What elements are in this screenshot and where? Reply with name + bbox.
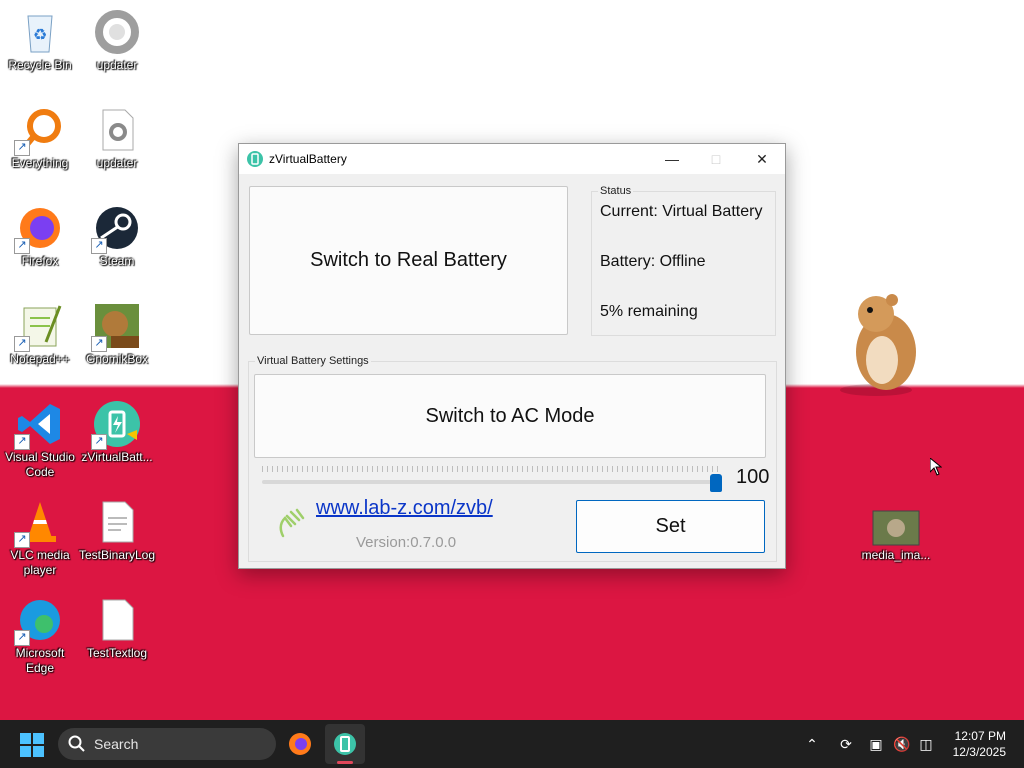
desktop-icon-label: Notepad++ xyxy=(10,352,70,366)
lab-z-website-link[interactable]: www.lab-z.com/zvb/ xyxy=(316,497,493,520)
version-label: Version:0.7.0.0 xyxy=(356,534,457,551)
waving-hand-icon xyxy=(277,506,307,545)
shortcut-arrow-icon: ↗ xyxy=(14,434,30,450)
shortcut-arrow-icon: ↗ xyxy=(14,140,30,156)
desktop-icon-label: Recycle Bin xyxy=(8,58,72,72)
desktop-icon-label: TestBinaryLog xyxy=(78,548,156,562)
everything-icon: ↗ xyxy=(14,106,64,156)
window-title: zVirtualBattery xyxy=(269,152,347,166)
set-label: Set xyxy=(655,515,686,537)
network-icon[interactable]: ▣ xyxy=(866,734,886,754)
gnomikbox-icon: ↗ xyxy=(91,302,141,352)
desktop-icon-notepad-plus-plus[interactable]: ↗ Notepad++ xyxy=(0,296,80,367)
svg-text:♻: ♻ xyxy=(33,27,47,44)
zvirtualbattery-taskbar-icon xyxy=(333,732,357,761)
clock-date: 12/3/2025 xyxy=(952,745,1006,759)
status-legend: Status xyxy=(598,185,634,197)
text-file-icon xyxy=(93,596,141,644)
slider-thumb[interactable] xyxy=(710,474,722,492)
recycle-bin-icon: ♻ xyxy=(16,8,64,56)
desktop-icon-label: updater xyxy=(96,156,138,170)
slider-ticks xyxy=(262,466,722,472)
desktop-icon-label: TestTextlog xyxy=(86,646,148,660)
taskbar-zvirtualbattery-button[interactable] xyxy=(325,724,365,764)
desktop-icon-testtextlog[interactable]: TestTextlog xyxy=(77,590,157,661)
desktop-icon-gnomikbox[interactable]: ↗ GnomikBox xyxy=(77,296,157,367)
slider-value: 100 xyxy=(736,466,770,488)
zvirtualbattery-app-icon xyxy=(247,151,263,172)
shortcut-arrow-icon: ↗ xyxy=(14,336,30,352)
shortcut-arrow-icon: ↗ xyxy=(14,532,30,548)
updater-icon xyxy=(93,8,141,56)
hamster-mascot-image xyxy=(836,292,928,398)
desktop-icon-zvirtualbattery[interactable]: ↗ zVirtualBatt... xyxy=(77,394,157,465)
steam-icon: ↗ xyxy=(91,204,141,254)
switch-battery-label: Switch to Real Battery xyxy=(310,249,507,271)
desktop-icon-firefox[interactable]: ↗ Firefox xyxy=(0,198,80,269)
search-placeholder: Search xyxy=(94,736,139,752)
minimize-button[interactable]: — xyxy=(649,144,695,174)
settings-file-icon xyxy=(93,106,141,154)
close-button[interactable]: ✕ xyxy=(739,144,785,174)
status-current: Current: Virtual Battery xyxy=(600,203,763,220)
set-button[interactable]: Set xyxy=(576,500,765,553)
desktop-icon-testbinarylog[interactable]: TestBinaryLog xyxy=(77,492,157,563)
desktop-icon-label: Everything xyxy=(11,156,69,170)
desktop-icon-steam[interactable]: ↗ Steam xyxy=(77,198,157,269)
desktop-icon-label: Firefox xyxy=(21,254,59,268)
ac-mode-label: Switch to AC Mode xyxy=(425,404,595,427)
desktop-icon-updater-2[interactable]: updater xyxy=(77,100,157,171)
desktop-icon-label: Visual Studio Code xyxy=(5,450,75,479)
desktop-icon-label: VLC media player xyxy=(10,548,70,577)
desktop-icon-media-image[interactable]: media_ima... xyxy=(856,504,936,563)
desktop-icon-everything[interactable]: ↗ Everything xyxy=(0,100,80,171)
edge-icon: ↗ xyxy=(14,596,64,646)
vlc-cone-icon: ↗ xyxy=(14,498,64,548)
desktop-icon-label: Microsoft Edge xyxy=(15,646,65,675)
settings-legend: Virtual Battery Settings xyxy=(255,355,371,367)
taskbar-clock[interactable]: 12:07 PM 12/3/2025 xyxy=(953,728,1006,760)
desktop-icon-vscode[interactable]: ↗ Visual Studio Code xyxy=(0,394,80,480)
zvirtualbattery-icon: ↗ xyxy=(91,400,141,450)
clock-time: 12:07 PM xyxy=(954,729,1006,743)
desktop-icon-label: media_ima... xyxy=(861,548,931,562)
maximize-button[interactable]: □ xyxy=(693,144,739,174)
vscode-icon: ↗ xyxy=(14,400,64,450)
sync-icon[interactable]: ⟳ xyxy=(836,734,856,754)
firefox-icon: ↗ xyxy=(14,204,64,254)
shortcut-arrow-icon: ↗ xyxy=(91,238,107,254)
taskbar-search-box[interactable]: Search xyxy=(58,728,276,760)
start-button[interactable] xyxy=(20,733,44,762)
taskbar-firefox-icon[interactable] xyxy=(288,732,312,761)
volume-muted-icon[interactable]: 🔇 xyxy=(892,734,912,754)
shortcut-arrow-icon: ↗ xyxy=(91,336,107,352)
status-battery: Battery: Offline xyxy=(600,253,706,270)
zvirtualbattery-window: zVirtualBattery — □ ✕ Switch to Real Bat… xyxy=(238,143,786,569)
running-indicator xyxy=(337,761,353,764)
search-icon xyxy=(68,735,86,758)
desktop-icon-label: Steam xyxy=(99,254,135,268)
slider-track xyxy=(262,480,722,484)
desktop-icon-vlc[interactable]: ↗ VLC media player xyxy=(0,492,80,578)
desktop-icon-label: updater xyxy=(96,58,138,72)
shortcut-arrow-icon: ↗ xyxy=(14,630,30,646)
mouse-cursor-icon xyxy=(929,456,943,481)
desktop-icon-label: GnomikBox xyxy=(85,352,149,366)
show-hidden-icons-chevron-up-icon[interactable]: ⌃ xyxy=(802,734,822,754)
desktop-icon-updater-1[interactable]: updater xyxy=(77,2,157,73)
window-titlebar[interactable]: zVirtualBattery — □ ✕ xyxy=(239,144,785,174)
battery-icon[interactable]: ◫ xyxy=(916,734,936,754)
taskbar: Search ⌃ ⟳ ▣ 🔇 ◫ 12:07 PM 12/3/2025 xyxy=(0,720,1024,768)
shortcut-arrow-icon: ↗ xyxy=(14,238,30,254)
image-thumbnail-icon xyxy=(872,510,920,546)
shortcut-arrow-icon: ↗ xyxy=(91,434,107,450)
switch-to-ac-mode-button[interactable]: Switch to AC Mode xyxy=(254,374,766,458)
status-remaining: 5% remaining xyxy=(600,303,698,320)
desktop-icon-edge[interactable]: ↗ Microsoft Edge xyxy=(0,590,80,676)
notepad-plus-plus-icon: ↗ xyxy=(14,302,64,352)
document-icon xyxy=(93,498,141,546)
switch-to-real-battery-button[interactable]: Switch to Real Battery xyxy=(249,186,568,335)
desktop-icon-label: zVirtualBatt... xyxy=(81,450,153,464)
desktop-icon-recycle-bin[interactable]: ♻ Recycle Bin xyxy=(0,2,80,73)
